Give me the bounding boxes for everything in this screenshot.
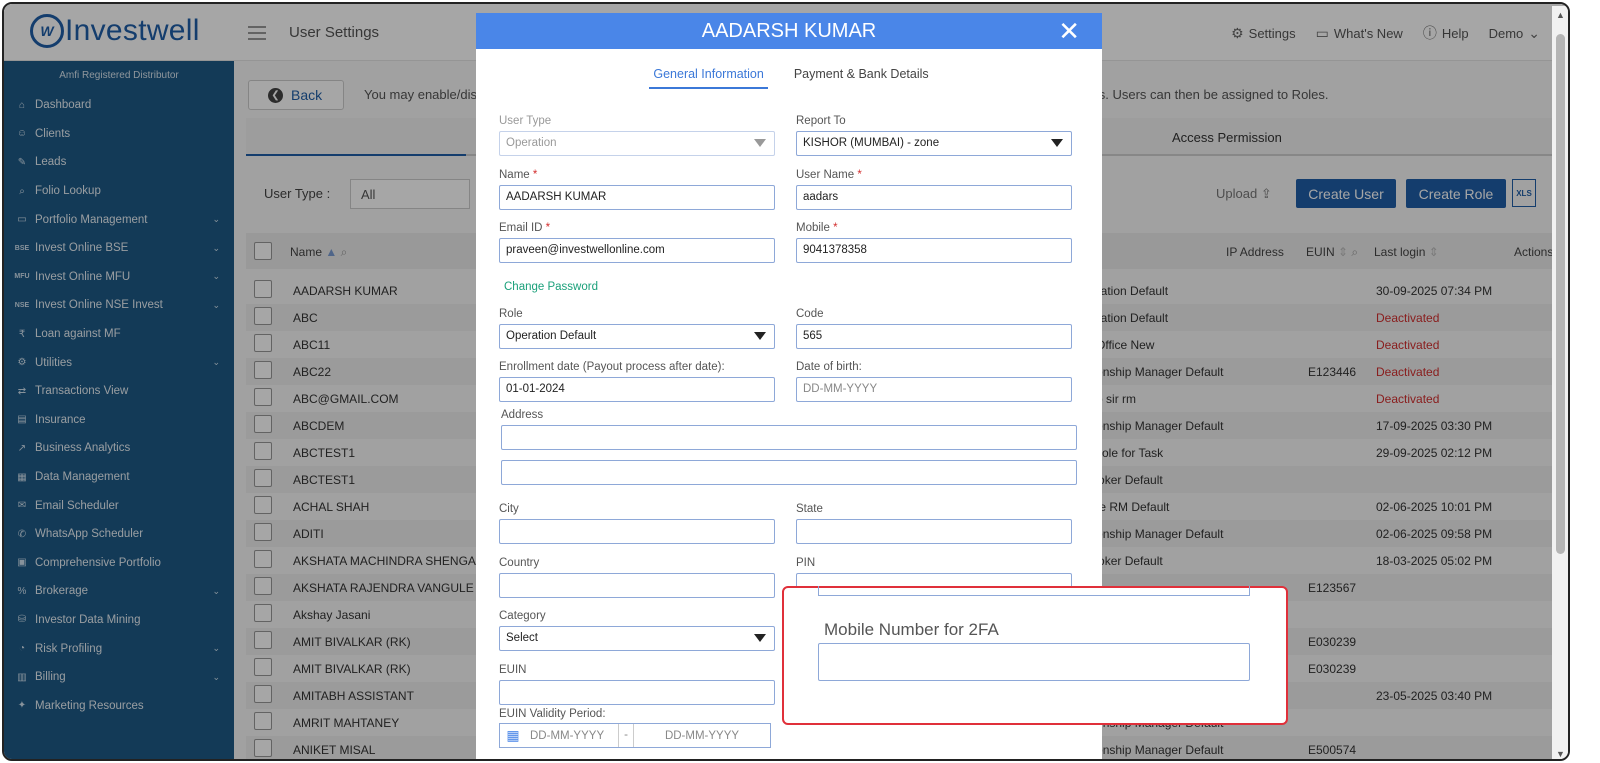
state-input[interactable] [796, 519, 1072, 544]
email-label: Email ID * [499, 222, 775, 234]
username-label-text: User Name [796, 169, 855, 181]
scroll-down-icon[interactable]: ▼ [1556, 749, 1565, 759]
required-mark: * [532, 169, 538, 181]
tab-payment-bank-details[interactable]: Payment & Bank Details [794, 67, 929, 89]
dob-label: Date of birth: [796, 361, 862, 373]
calendar-icon[interactable]: ▦ [500, 724, 526, 747]
close-icon[interactable]: ✕ [1058, 13, 1080, 49]
report-to-select[interactable]: KISHOR (MUMBAI) - zone [796, 131, 1072, 156]
email-input[interactable]: praveen@investwellonline.com [499, 238, 775, 263]
username-field-group: User Name * aadars [796, 169, 1072, 210]
change-password-link[interactable]: Change Password [504, 281, 598, 293]
euin-validity-group: EUIN Validity Period: ▦ DD-MM-YYYY - DD-… [499, 708, 771, 748]
dob-input[interactable]: DD-MM-YYYY [796, 377, 1072, 402]
euin-input[interactable] [499, 680, 775, 705]
role-select[interactable]: Operation Default [499, 324, 775, 349]
code-field-group: Code 565 [796, 308, 1072, 349]
mobile-label: Mobile * [796, 222, 1072, 234]
mobile-field-group: Mobile * 9041378358 [796, 222, 1072, 263]
mobile-input[interactable]: 9041378358 [796, 238, 1072, 263]
category-field-group: Category Select [499, 610, 775, 651]
address-field-group: Address [501, 409, 1077, 485]
name-input[interactable]: AADARSH KUMAR [499, 185, 775, 210]
report-to-value: KISHOR (MUMBAI) - zone [803, 137, 940, 149]
required-mark: * [545, 222, 551, 234]
city-field-group: City [499, 503, 775, 544]
name-field-group: Name * AADARSH KUMAR [499, 169, 775, 210]
mobile-label-text: Mobile [796, 222, 830, 234]
role-value: Operation Default [506, 330, 597, 342]
username-input[interactable]: aadars [796, 185, 1072, 210]
user-type-field-value: Operation [506, 137, 557, 149]
mobile-2fa-input[interactable] [818, 643, 1250, 681]
scroll-up-icon[interactable]: ▲ [1556, 10, 1565, 20]
category-label: Category [499, 610, 546, 622]
caret-down-icon [754, 332, 766, 340]
city-label: City [499, 503, 519, 515]
category-select[interactable]: Select [499, 626, 775, 651]
username-label: User Name * [796, 169, 1072, 181]
app-window: W Investwell User Settings ⚙ Settings ▭ Wh… [2, 2, 1570, 761]
euin-validity-range[interactable]: ▦ DD-MM-YYYY - DD-MM-YYYY [499, 723, 771, 748]
callout-top-field-edge [818, 586, 1250, 596]
modal-header: AADARSH KUMAR ✕ [476, 13, 1102, 49]
dob-field-group: Date of birth: DD-MM-YYYY [796, 361, 1072, 402]
address-line2-input[interactable] [501, 460, 1077, 485]
required-mark: * [857, 169, 862, 181]
euin-validity-label: EUIN Validity Period: [499, 708, 606, 720]
category-value: Select [506, 632, 538, 644]
range-separator: - [618, 724, 634, 747]
required-mark: * [833, 222, 838, 234]
name-label-text: Name [499, 169, 530, 181]
enrollment-date-input[interactable]: 01-01-2024 [499, 377, 775, 402]
city-input[interactable] [499, 519, 775, 544]
country-label: Country [499, 557, 540, 569]
country-input[interactable] [499, 573, 775, 598]
state-label: State [796, 503, 823, 515]
user-type-field-group: User Type Operation [499, 115, 775, 156]
role-field-group: Role Operation Default [499, 308, 775, 349]
enrollment-field-group: Enrollment date (Payout process after da… [499, 361, 775, 402]
address-label: Address [501, 409, 544, 421]
modal-tabs: General Information Payment & Bank Detai… [476, 67, 1102, 89]
code-input[interactable]: 565 [796, 324, 1072, 349]
caret-down-icon [754, 139, 766, 147]
tab-general-information[interactable]: General Information [649, 67, 768, 89]
email-label-text: Email ID [499, 222, 543, 234]
caret-down-icon [1051, 139, 1063, 147]
role-label: Role [499, 308, 523, 320]
email-field-group: Email ID * praveen@investwellonline.com [499, 222, 775, 263]
country-field-group: Country [499, 557, 775, 598]
caret-down-icon [754, 634, 766, 642]
name-label: Name * [499, 169, 775, 181]
code-label: Code [796, 308, 824, 320]
enrollment-label: Enrollment date (Payout process after da… [499, 361, 725, 373]
euin-validity-to[interactable]: DD-MM-YYYY [634, 730, 770, 742]
report-to-field-group: Report To KISHOR (MUMBAI) - zone [796, 115, 1072, 156]
report-to-label: Report To [796, 115, 846, 127]
modal-title: AADARSH KUMAR [701, 20, 877, 42]
euin-field-group: EUIN [499, 664, 775, 705]
euin-label: EUIN [499, 664, 527, 676]
user-type-field: Operation [499, 131, 775, 156]
pin-label: PIN [796, 557, 816, 569]
euin-validity-from[interactable]: DD-MM-YYYY [526, 730, 618, 742]
page-scrollbar[interactable]: ▲ ▼ [1552, 6, 1568, 759]
mobile-2fa-label: Mobile Number for 2FA [824, 620, 999, 639]
scrollbar-thumb[interactable] [1556, 34, 1565, 554]
address-line1-input[interactable] [501, 425, 1077, 450]
mobile-2fa-callout: Mobile Number for 2FA [782, 586, 1288, 725]
user-type-field-label: User Type [499, 115, 552, 127]
state-field-group: State [796, 503, 1072, 544]
